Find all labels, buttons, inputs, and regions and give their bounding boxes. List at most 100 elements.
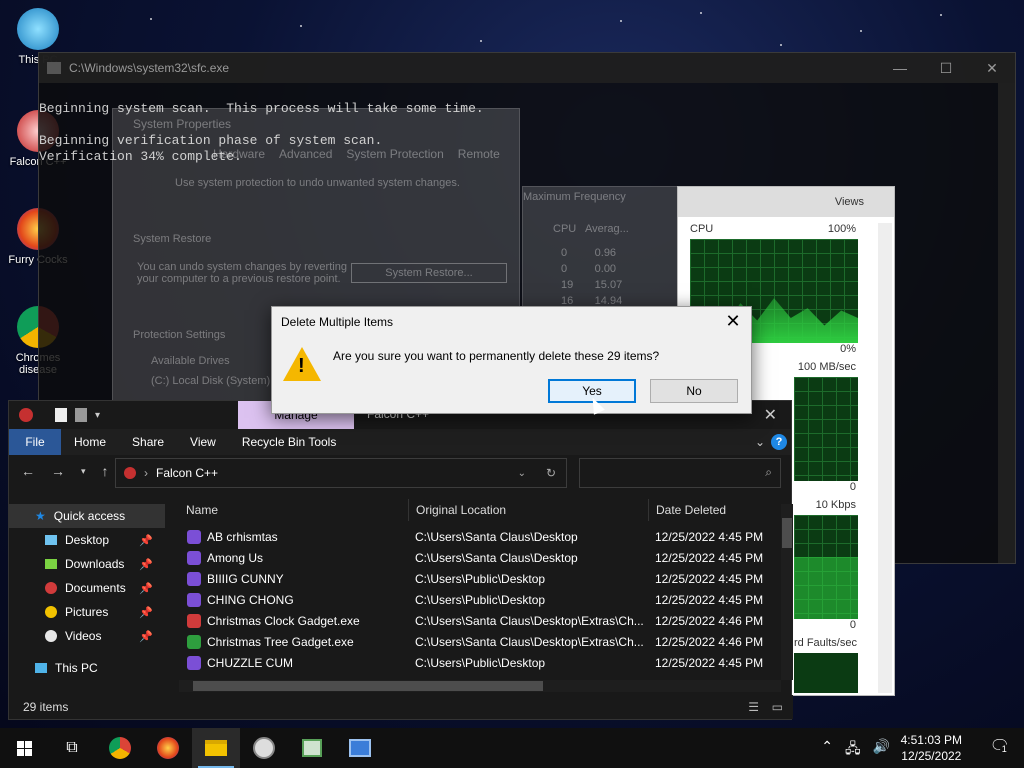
file-name: AB crhismtas	[207, 529, 278, 544]
disk-graph-min: 0	[849, 481, 856, 493]
taskbar-chrome[interactable]	[96, 728, 144, 768]
nav-pictures[interactable]: Pictures 📌	[9, 600, 165, 624]
nav-quick-access[interactable]: ★ Quick access	[9, 504, 165, 528]
taskbar-firefox[interactable]	[144, 728, 192, 768]
cmd-titlebar[interactable]: C:\Windows\system32\sfc.exe — ☐ ✕	[39, 53, 1015, 83]
faults-label: rd Faults/sec	[794, 637, 857, 649]
taskbar-system-properties[interactable]	[336, 728, 384, 768]
nav-videos[interactable]: Videos 📌	[9, 624, 165, 648]
file-list-vscrollbar[interactable]	[781, 504, 793, 680]
ribbon-tab-file[interactable]: File	[9, 429, 61, 455]
perf-scrollbar[interactable]	[878, 223, 892, 693]
tab-remote[interactable]: Remote	[458, 147, 500, 161]
drive-item[interactable]: (C:) Local Disk (System)	[151, 375, 270, 387]
protection-heading: Protection Settings	[133, 329, 226, 341]
taskbar-compass-app[interactable]	[240, 728, 288, 768]
file-icon	[187, 550, 201, 565]
file-name-cell: AB crhismtas	[179, 529, 415, 544]
notification-center-button[interactable]: 🗨 1	[990, 736, 1010, 756]
ribbon-tab-recycle-bin-tools[interactable]: Recycle Bin Tools	[229, 429, 350, 455]
details-view-icon[interactable]: ☰	[748, 700, 759, 714]
pin-icon[interactable]: 📌	[139, 534, 153, 547]
pin-icon[interactable]: 📌	[139, 606, 153, 619]
tab-advanced[interactable]: Advanced	[279, 147, 332, 161]
up-arrow-icon[interactable]: ↑	[102, 463, 109, 479]
ribbon-tab-share[interactable]: Share	[119, 429, 177, 455]
nav-desktop[interactable]: Desktop 📌	[9, 528, 165, 552]
refresh-icon[interactable]: ↻	[546, 466, 556, 480]
date-deleted-cell: 12/25/2022 4:45 PM	[655, 655, 764, 670]
taskbar-file-explorer[interactable]	[192, 728, 240, 768]
videos-icon	[45, 630, 57, 642]
column-date-deleted[interactable]: Date Deleted	[649, 499, 779, 521]
file-name-cell: BIIIIG CUNNY	[179, 571, 415, 586]
no-button[interactable]: No	[650, 379, 738, 403]
recent-chevron-icon[interactable]: ▾	[81, 466, 86, 479]
network-icon[interactable]: 🖧	[845, 738, 861, 762]
disk-graph	[794, 377, 858, 481]
tab-system-protection[interactable]: System Protection	[346, 147, 443, 161]
taskbar-resource-monitor[interactable]	[288, 728, 336, 768]
cmd-scrollbar[interactable]	[998, 83, 1015, 563]
restore-heading: System Restore	[133, 233, 212, 245]
help-icon[interactable]: ?	[771, 434, 787, 450]
ribbon-tab-view[interactable]: View	[177, 429, 229, 455]
ribbon-tab-home[interactable]: Home	[61, 429, 119, 455]
clock-time: 4:51:03 PM	[900, 733, 962, 747]
table-row[interactable]: BIIIIG CUNNY C:\Users\Public\Desktop 12/25…	[179, 568, 781, 589]
nav-this-pc[interactable]: This PC	[9, 656, 165, 680]
search-input[interactable]: ⌕	[579, 458, 781, 488]
table-row[interactable]: Among Us C:\Users\Santa Claus\Desktop 12/2…	[179, 547, 781, 568]
taskbar: ⧉ ⌃ 🖧 🔊 4:51:03 PM 12/25/2022 🗨 1	[0, 728, 1024, 768]
file-name: Christmas Tree Gadget.exe	[207, 634, 354, 649]
maximize-button[interactable]: ☐	[923, 53, 969, 83]
pin-icon[interactable]: 📌	[139, 558, 153, 571]
minimize-button[interactable]: —	[877, 53, 923, 83]
nav-documents[interactable]: Documents 📌	[9, 576, 165, 600]
recycle-bin-icon	[124, 467, 136, 479]
new-folder-icon[interactable]	[75, 408, 87, 422]
table-row[interactable]: Christmas Clock Gadget.exe C:\Users\Santa…	[179, 610, 781, 631]
table-row[interactable]: Christmas Tree Gadget.exe C:\Users\Santa …	[179, 631, 781, 652]
views-button[interactable]: Views	[678, 187, 894, 217]
recycle-bin-icon	[19, 408, 33, 422]
folder-icon	[205, 740, 227, 756]
nav-downloads[interactable]: Downloads 📌	[9, 552, 165, 576]
freq-rows: 0 0.96 0 0.00 19 15.07 16 14.94	[561, 247, 623, 307]
file-name: BIIIIG CUNNY	[207, 571, 284, 586]
ribbon-expand-icon[interactable]: ⌄	[749, 429, 771, 455]
restore-text: You can undo system changes by reverting…	[137, 261, 347, 285]
system-restore-button[interactable]: System Restore...	[351, 263, 507, 283]
tab-hardware[interactable]: Hardware	[213, 147, 265, 161]
disk-graph-max: 100 MB/sec	[797, 361, 856, 373]
file-explorer-window[interactable]: ▾ Manage Falcon C++ ✕ File Home Share Vi…	[8, 400, 793, 720]
table-row[interactable]: CHUZZLE CUM C:\Users\Public\Desktop 12/25/…	[179, 652, 781, 673]
back-arrow-icon[interactable]: ←	[21, 463, 35, 479]
table-row[interactable]: CHING CHONG C:\Users\Public\Desktop 12/25/…	[179, 589, 781, 610]
close-button[interactable]: ✕	[969, 53, 1015, 83]
column-name[interactable]: Name	[179, 499, 409, 521]
file-icon	[187, 592, 201, 607]
chevron-down-icon[interactable]: ▾	[95, 410, 100, 421]
pin-icon[interactable]: 📌	[139, 630, 153, 643]
task-view-button[interactable]: ⧉	[48, 728, 96, 768]
date-deleted-cell: 12/25/2022 4:45 PM	[655, 571, 764, 586]
explorer-close-button[interactable]: ✕	[764, 405, 777, 425]
delete-confirm-dialog[interactable]: Delete Multiple Items ✕ ! Are you sure y…	[271, 306, 752, 414]
forward-arrow-icon[interactable]: →	[51, 463, 65, 479]
tray-expand-icon[interactable]: ⌃	[821, 738, 833, 762]
compass-icon	[253, 737, 275, 759]
address-bar[interactable]: › Falcon C++ ⌄ ↻	[115, 458, 567, 488]
column-original-location[interactable]: Original Location	[409, 499, 649, 521]
file-list-hscrollbar[interactable]	[179, 680, 781, 692]
address-dropdown-icon[interactable]: ⌄	[518, 468, 526, 479]
properties-icon[interactable]	[55, 408, 67, 422]
dialog-close-button[interactable]: ✕	[723, 311, 743, 332]
date-deleted-cell: 12/25/2022 4:45 PM	[655, 550, 764, 565]
tiles-view-icon[interactable]: ▭	[772, 700, 783, 714]
taskbar-clock[interactable]: 4:51:03 PM 12/25/2022	[901, 732, 962, 764]
start-button[interactable]	[0, 728, 48, 768]
table-row[interactable]: AB crhismtas C:\Users\Santa Claus\Desktop…	[179, 526, 781, 547]
volume-icon[interactable]: 🔊	[873, 738, 890, 762]
pin-icon[interactable]: 📌	[139, 582, 153, 595]
